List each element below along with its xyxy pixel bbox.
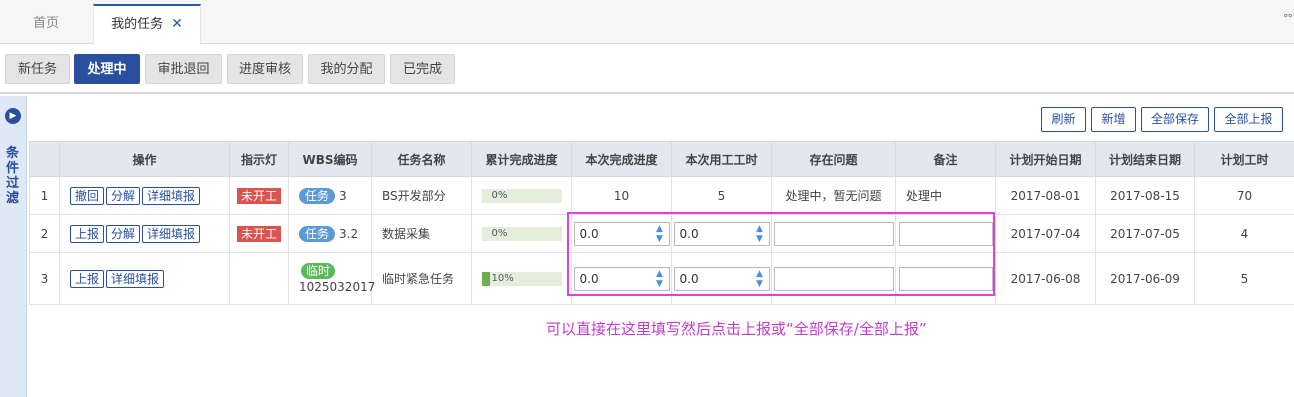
progress-text: 10% — [491, 272, 514, 284]
detail-fill-button[interactable]: 详细填报 — [142, 186, 201, 205]
status-processing-button[interactable]: 处理中 — [74, 54, 140, 84]
split-button[interactable]: 分解 — [106, 186, 141, 205]
plan-end-date: 2017-06-09 — [1095, 252, 1195, 305]
report-button[interactable]: 上报 — [70, 224, 105, 243]
report-all-button[interactable]: 全部上报 — [1214, 107, 1283, 132]
wbs-tag-badge: 任务 — [299, 225, 336, 242]
current-hours: 5 — [671, 176, 772, 215]
detail-fill-button[interactable]: 详细填报 — [106, 269, 165, 288]
wbs-tag-badge: 任务 — [299, 187, 336, 204]
add-button[interactable]: 新增 — [1091, 107, 1136, 132]
tab-home[interactable]: 首页 — [0, 4, 92, 44]
col-header: 累计完成进度 — [471, 141, 572, 177]
remark: 处理中 — [895, 176, 996, 215]
task-name: 数据采集 — [371, 214, 472, 253]
col-header: 操作 — [59, 141, 230, 177]
wbs-tag-badge: 临时 — [301, 262, 336, 279]
plan-start-date: 2017-08-01 — [995, 176, 1096, 215]
more-icon[interactable]: °° — [1283, 12, 1293, 25]
plan-end-date: 2017-07-05 — [1095, 214, 1195, 253]
progress-bar: 0% — [481, 226, 562, 241]
row-ops: 撤回 分解 详细填报 — [59, 176, 230, 215]
task-name: 临时紧急任务 — [371, 252, 472, 305]
plan-end-date: 2017-08-15 — [1095, 176, 1195, 215]
status-badge: 未开工 — [236, 225, 281, 242]
row-index: 2 — [29, 214, 60, 253]
refresh-button[interactable]: 刷新 — [1041, 107, 1086, 132]
indicator-cell — [229, 252, 289, 305]
current-progress: 10 — [571, 176, 672, 215]
col-header: 任务名称 — [371, 141, 472, 177]
col-header: 存在问题 — [771, 141, 896, 177]
cumulative-progress-cell: 10% — [471, 252, 572, 305]
cumulative-progress-cell: 0% — [471, 214, 572, 253]
plan-hours: 5 — [1194, 252, 1294, 305]
status-new-button[interactable]: 新任务 — [5, 54, 70, 84]
status-my-assign-button[interactable]: 我的分配 — [308, 54, 385, 84]
row-index: 3 — [29, 252, 60, 305]
plan-start-date: 2017-06-08 — [995, 252, 1096, 305]
wbs-code: 1025032017 — [299, 279, 376, 294]
save-all-button[interactable]: 全部保存 — [1141, 107, 1209, 132]
col-header: 本次完成进度 — [571, 141, 672, 177]
tab-bar: 首页 我的任务 ✕ °° — [0, 0, 1294, 45]
detail-fill-button[interactable]: 详细填报 — [142, 224, 201, 243]
col-header-index — [29, 141, 60, 177]
tab-my-tasks[interactable]: 我的任务 ✕ — [93, 4, 201, 45]
plan-start-date: 2017-07-04 — [995, 214, 1096, 253]
progress-text: 0% — [491, 189, 508, 201]
col-header: WBS编码 — [288, 141, 372, 177]
col-header: 计划工时 — [1194, 141, 1294, 177]
plan-hours: 4 — [1194, 214, 1294, 253]
tab-my-tasks-label: 我的任务 — [111, 17, 164, 32]
progress-bar: 0% — [481, 188, 562, 203]
issue: 处理中，暂无问题 — [771, 176, 896, 215]
wbs-cell: 任务 3 — [288, 176, 372, 215]
row-index: 1 — [29, 176, 60, 215]
col-header: 备注 — [895, 141, 996, 177]
col-header: 计划结束日期 — [1095, 141, 1195, 177]
filter-sidebar[interactable]: ▶ 条件过滤 — [0, 96, 27, 397]
indicator-cell: 未开工 — [229, 176, 289, 215]
plan-hours: 70 — [1194, 176, 1294, 215]
progress-text: 0% — [491, 227, 508, 239]
col-header: 计划开始日期 — [995, 141, 1096, 177]
wbs-cell: 任务 3.2 — [288, 214, 372, 253]
status-filter-bar: 新任务 处理中 审批退回 进度审核 我的分配 已完成 — [0, 44, 1294, 94]
row-ops: 上报 分解 详细填报 — [59, 214, 230, 253]
task-name: BS开发部分 — [371, 176, 472, 215]
status-badge: 未开工 — [236, 187, 281, 204]
table-header-row: 操作 指示灯 WBS编码 任务名称 累计完成进度 本次完成进度 本次用工工时 存… — [29, 141, 1294, 177]
wbs-cell: 临时 1025032017 — [288, 252, 376, 305]
filter-sidebar-label: 条件过滤 — [6, 146, 20, 206]
table-row: 1 撤回 分解 详细填报 未开工 任务 3 BS开发部分 0% 10 5 处理中，暂无… — [29, 176, 1294, 215]
highlight-box — [567, 212, 995, 296]
expand-arrow-icon[interactable]: ▶ — [5, 108, 21, 124]
status-completed-button[interactable]: 已完成 — [390, 54, 455, 84]
report-button[interactable]: 上报 — [70, 269, 105, 288]
status-progress-review-button[interactable]: 进度审核 — [227, 54, 303, 84]
wbs-code: 3.2 — [339, 226, 359, 241]
status-rejected-button[interactable]: 审批退回 — [145, 54, 222, 84]
close-icon[interactable]: ✕ — [171, 16, 183, 32]
row-ops: 上报 详细填报 — [59, 252, 230, 305]
annotation-text: 可以直接在这里填写然后点击上报或“全部保存/全部上报” — [546, 320, 927, 338]
col-header: 指示灯 — [229, 141, 289, 177]
col-header: 本次用工工时 — [671, 141, 772, 177]
split-button[interactable]: 分解 — [106, 224, 141, 243]
progress-bar: 10% — [481, 271, 562, 286]
wbs-code: 3 — [339, 188, 347, 203]
withdraw-button[interactable]: 撤回 — [70, 186, 105, 205]
indicator-cell: 未开工 — [229, 214, 289, 253]
cumulative-progress-cell: 0% — [471, 176, 572, 215]
